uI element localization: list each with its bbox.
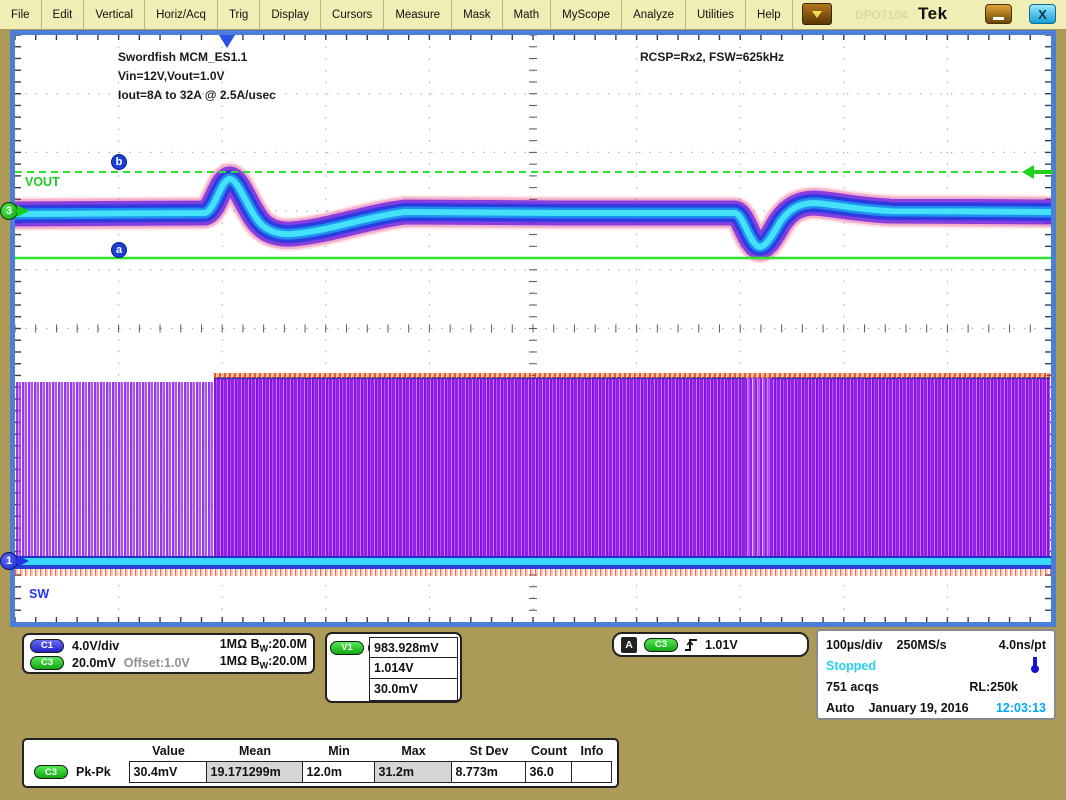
ch3-badge: C3	[30, 656, 64, 670]
col-max: Max	[375, 741, 452, 761]
ch1-reference-arrow-icon	[17, 555, 29, 567]
measurement-name: Pk-Pk	[76, 765, 111, 779]
annotation-right: RCSP=Rx2, FSW=625kHz	[640, 48, 784, 67]
trigger-mode: Auto	[826, 701, 854, 715]
menu-cursors[interactable]: Cursors	[321, 0, 384, 29]
measurement-count: 36.0	[525, 761, 573, 783]
menu-dropdown-button[interactable]	[802, 3, 832, 25]
trigger-readout-box[interactable]: A C3 1.01V	[612, 632, 809, 657]
graticule-area: Swordfish MCM_ES1.1Vin=12V,Vout=1.0VIout…	[15, 35, 1051, 622]
menu-bar: File Edit Vertical Horiz/Acq Trig Displa…	[0, 0, 1066, 29]
menu-utilities[interactable]: Utilities	[686, 0, 746, 29]
ch3-reference-marker[interactable]: 3	[0, 202, 18, 220]
minimize-button[interactable]	[985, 4, 1012, 24]
measurement-min: 12.0m	[302, 761, 376, 783]
waveform-display: Swordfish MCM_ES1.1Vin=12V,Vout=1.0VIout…	[10, 30, 1056, 627]
ch3-scale: 20.0mV	[72, 656, 116, 670]
timebase-scale: 100µs/div	[826, 638, 883, 652]
minimize-icon	[993, 17, 1004, 20]
menu-horiz-acq[interactable]: Horiz/Acq	[145, 0, 218, 29]
menu-math[interactable]: Math	[503, 0, 552, 29]
sw-trace-transient-band	[745, 377, 771, 556]
sw-trace-top-fringe	[214, 373, 1050, 378]
vout-trace	[16, 179, 1051, 247]
menu-help[interactable]: Help	[746, 0, 793, 29]
close-button[interactable]: X	[1029, 4, 1056, 24]
measurement-header-row: Value Mean Min Max St Dev Count Info	[30, 741, 611, 761]
menu-edit[interactable]: Edit	[42, 0, 85, 29]
trigger-bank-badge: A	[621, 637, 637, 653]
ch1-reference-marker[interactable]: 1	[0, 552, 18, 570]
col-info: Info	[572, 741, 612, 761]
measurement-source-badge: C3	[34, 765, 68, 779]
menu-display[interactable]: Display	[260, 0, 321, 29]
ch3-offset: Offset:1.0V	[124, 656, 190, 670]
sw-trace-segment-light	[16, 382, 214, 556]
sw-trace-segment-dense	[214, 377, 1050, 556]
cursor-b-right-arrow-icon	[1022, 165, 1034, 179]
time-label: 12:03:13	[996, 701, 1046, 715]
col-count: Count	[526, 741, 572, 761]
scope-screen: File Edit Vertical Horiz/Acq Trig Displa…	[0, 0, 1066, 800]
menu-mask[interactable]: Mask	[452, 0, 502, 29]
model-label: DPO7104	[855, 8, 908, 22]
col-value: Value	[130, 741, 207, 761]
record-length: RL:250k	[969, 680, 1018, 694]
rising-edge-icon	[685, 637, 698, 653]
ch3-impedance-bandwidth: 1MΩ BW:20.0M	[220, 654, 307, 671]
measurement-stdev: 8.773m	[451, 761, 527, 783]
cursor-v1-badge: V1	[330, 641, 364, 655]
annotation-left: Swordfish MCM_ES1.1Vin=12V,Vout=1.0VIout…	[118, 48, 276, 105]
menu-analyze[interactable]: Analyze	[622, 0, 686, 29]
ch1-impedance-bandwidth: 1MΩ BW:20.0M	[220, 637, 307, 654]
channel-settings-box[interactable]: C1 4.0V/div 1MΩ BW:20.0M C3 20.0mV Offse…	[22, 633, 315, 674]
measurement-mean: 19.171299m	[206, 761, 304, 783]
sw-trace-label: SW	[29, 587, 49, 601]
acquisition-status: Stopped	[826, 659, 876, 673]
ch1-badge: C1	[30, 639, 64, 653]
cursor-b-badge[interactable]: b	[111, 154, 127, 170]
sample-resolution: 4.0ns/pt	[999, 638, 1046, 652]
sample-rate: 250MS/s	[897, 638, 947, 652]
measurement-table: Value Mean Min Max St Dev Count Info C3 …	[22, 738, 619, 788]
menu-measure[interactable]: Measure	[384, 0, 452, 29]
col-min: Min	[303, 741, 375, 761]
timebase-box: 100µs/div 250MS/s 4.0ns/pt Stopped 751 a…	[816, 629, 1056, 720]
trigger-level: 1.01V	[705, 638, 738, 652]
acquisition-count: 751 acqs	[826, 680, 879, 694]
measurement-info	[571, 761, 613, 783]
col-stdev: St Dev	[452, 741, 526, 761]
chevron-down-icon	[812, 11, 822, 18]
cursor-dv-value: 30.0mV	[370, 679, 457, 699]
menu-trig[interactable]: Trig	[218, 0, 260, 29]
tek-logo: Tek	[918, 4, 948, 24]
vout-trace-label: VOUT	[25, 175, 60, 189]
measurement-max: 31.2m	[374, 761, 453, 783]
menu-file[interactable]: File	[0, 0, 42, 29]
trigger-source-badge: C3	[644, 638, 678, 652]
col-mean: Mean	[207, 741, 303, 761]
menu-myscope[interactable]: MyScope	[551, 0, 622, 29]
measurement-value: 30.4mV	[129, 761, 208, 783]
ch3-reference-arrow-icon	[17, 205, 29, 217]
ch1-scale: 4.0V/div	[72, 639, 119, 653]
menu-vertical[interactable]: Vertical	[84, 0, 145, 29]
cursor-v1-value: 983.928mV	[370, 638, 457, 658]
cursor-a-badge[interactable]: a	[111, 242, 127, 258]
thermometer-icon	[1030, 657, 1040, 674]
sw-baseline-trace	[15, 556, 1051, 569]
cursor-b-right-marker-bar	[1033, 170, 1053, 174]
measurement-row: C3 Pk-Pk 30.4mV 19.171299m 12.0m 31.2m 8…	[30, 761, 611, 783]
cursor-readout-box[interactable]: V1 V2 ΔV 983.928mV 1.014V 30.0mV	[325, 632, 462, 703]
sw-trace-bottom-fringe	[15, 569, 1051, 576]
date-label: January 19, 2016	[868, 701, 968, 715]
trigger-position-marker[interactable]	[219, 35, 235, 48]
cursor-v2-value: 1.014V	[370, 658, 457, 678]
